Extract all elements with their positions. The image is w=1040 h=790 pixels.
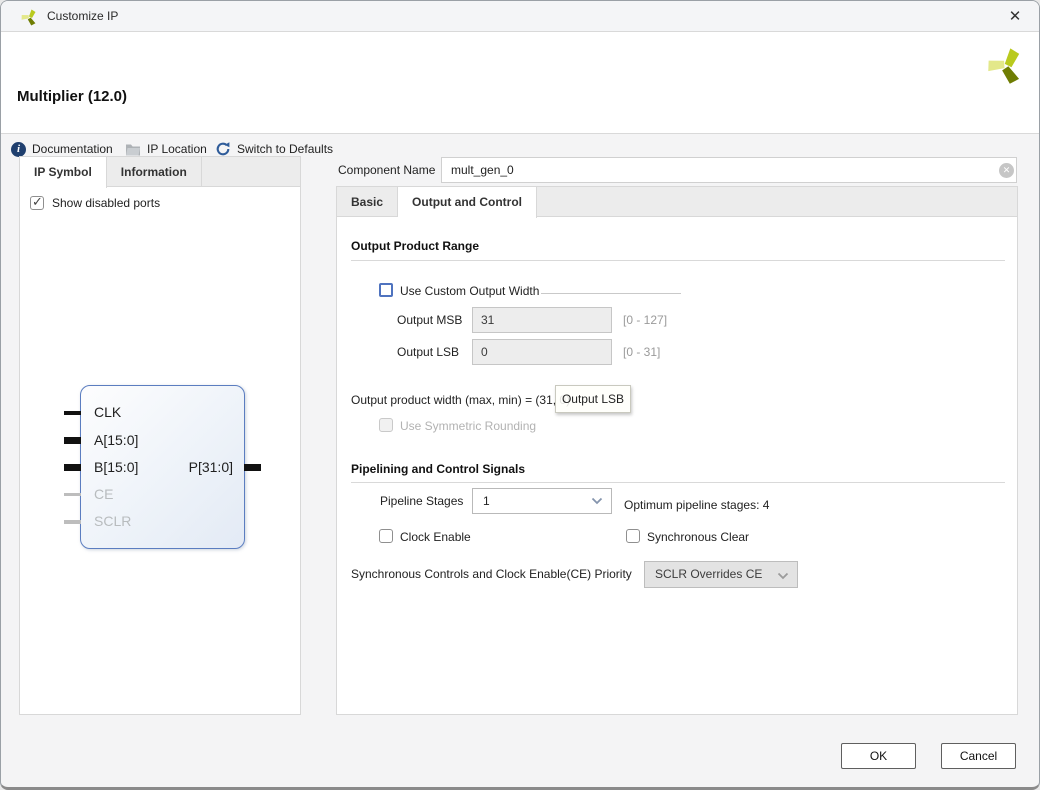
ok-button[interactable]: OK	[841, 743, 916, 769]
xilinx-logo-icon	[21, 8, 39, 26]
left-tabbar: IP Symbol Information	[20, 157, 300, 187]
output-lsb-range: [0 - 31]	[623, 339, 660, 365]
priority-value: SCLR Overrides CE	[655, 567, 762, 581]
config-tabbar: Basic Output and Control	[337, 187, 1017, 217]
tab-ip-symbol[interactable]: IP Symbol	[20, 157, 107, 188]
switch-to-defaults-label: Switch to Defaults	[237, 142, 333, 156]
p-port-stub	[244, 464, 261, 471]
output-lsb-tooltip: Output LSB	[555, 385, 631, 413]
clear-input-icon[interactable]: ✕	[999, 163, 1014, 178]
port-sclr: SCLR	[94, 513, 131, 529]
priority-label: Synchronous Controls and Clock Enable(CE…	[351, 561, 632, 588]
documentation-label: Documentation	[32, 142, 113, 156]
optimum-pipeline-text: Optimum pipeline stages: 4	[624, 492, 769, 518]
output-lsb-input[interactable]	[472, 339, 612, 365]
page-title: Multiplier (12.0)	[17, 88, 127, 105]
folder-icon	[125, 142, 141, 156]
close-icon[interactable]: ✕	[999, 1, 1031, 32]
synchronous-clear-label: Synchronous Clear	[647, 530, 749, 545]
pipeline-stages-value: 1	[483, 494, 490, 508]
output-msb-label: Output MSB	[397, 307, 462, 333]
ip-symbol-panel: IP Symbol Information ✓ Show disabled po…	[19, 156, 301, 715]
use-symmetric-rounding-checkbox[interactable]	[379, 418, 393, 432]
header-separator	[1, 133, 1039, 134]
dialog-header: Multiplier (12.0) i Documentation IP Loc…	[1, 32, 1039, 134]
output-lsb-label: Output LSB	[397, 339, 459, 365]
info-icon: i	[11, 142, 26, 157]
port-ce: CE	[94, 486, 113, 502]
output-msb-input[interactable]	[472, 307, 612, 333]
use-custom-output-width-checkbox[interactable]	[379, 283, 393, 297]
checkmark: ✓	[32, 194, 43, 210]
config-panel: Basic Output and Control Output Product …	[336, 186, 1018, 715]
tab-information[interactable]: Information	[107, 157, 202, 187]
section-rule-2	[351, 482, 1005, 483]
ce-port-stub	[64, 493, 81, 496]
pipeline-stages-select[interactable]: 1	[472, 488, 612, 514]
use-custom-output-width-label: Use Custom Output Width	[400, 284, 539, 299]
title-bar: Customize IP ✕	[1, 1, 1039, 32]
chevron-down-icon	[777, 572, 789, 580]
tab-basic[interactable]: Basic	[337, 187, 398, 217]
port-clk: CLK	[94, 404, 121, 420]
component-name-label: Component Name	[338, 157, 435, 183]
b-port-stub	[64, 464, 81, 471]
a-port-stub	[64, 437, 81, 444]
chevron-down-icon	[591, 497, 603, 505]
show-disabled-ports-checkbox[interactable]: ✓	[30, 196, 44, 210]
window-title: Customize IP	[47, 1, 118, 32]
ip-symbol-diagram: CLK A[15:0] B[15:0] CE SCLR P[31:0]	[80, 385, 245, 549]
product-width-text: Output product width (max, min) = (31, 0…	[351, 393, 570, 407]
priority-select[interactable]: SCLR Overrides CE	[644, 561, 798, 588]
sclr-port-stub	[64, 520, 81, 524]
refresh-icon	[215, 141, 231, 157]
tab-output-and-control[interactable]: Output and Control	[398, 187, 537, 218]
customize-ip-dialog: Customize IP ✕ Multiplier (12.0) i Docum…	[0, 0, 1040, 790]
show-disabled-ports-label: Show disabled ports	[52, 196, 160, 211]
clk-port-stub	[64, 411, 81, 415]
port-p: P[31:0]	[189, 459, 233, 475]
output-msb-range: [0 - 127]	[623, 307, 667, 333]
clock-enable-label: Clock Enable	[400, 530, 471, 545]
section-rule	[351, 260, 1005, 261]
pipeline-stages-label: Pipeline Stages	[380, 488, 463, 514]
clock-enable-checkbox[interactable]	[379, 529, 393, 543]
component-name-input[interactable]	[441, 157, 1017, 183]
port-a: A[15:0]	[94, 432, 138, 448]
port-b: B[15:0]	[94, 459, 138, 475]
use-symmetric-rounding-label: Use Symmetric Rounding	[400, 419, 536, 434]
xilinx-logo	[987, 45, 1027, 85]
decorative-rule	[541, 293, 681, 294]
cancel-button[interactable]: Cancel	[941, 743, 1016, 769]
pipelining-title: Pipelining and Control Signals	[351, 462, 525, 476]
ip-location-label: IP Location	[147, 142, 207, 156]
config-content: Output Product Range Use Custom Output W…	[337, 217, 1017, 714]
synchronous-clear-checkbox[interactable]	[626, 529, 640, 543]
output-product-range-title: Output Product Range	[351, 239, 479, 253]
